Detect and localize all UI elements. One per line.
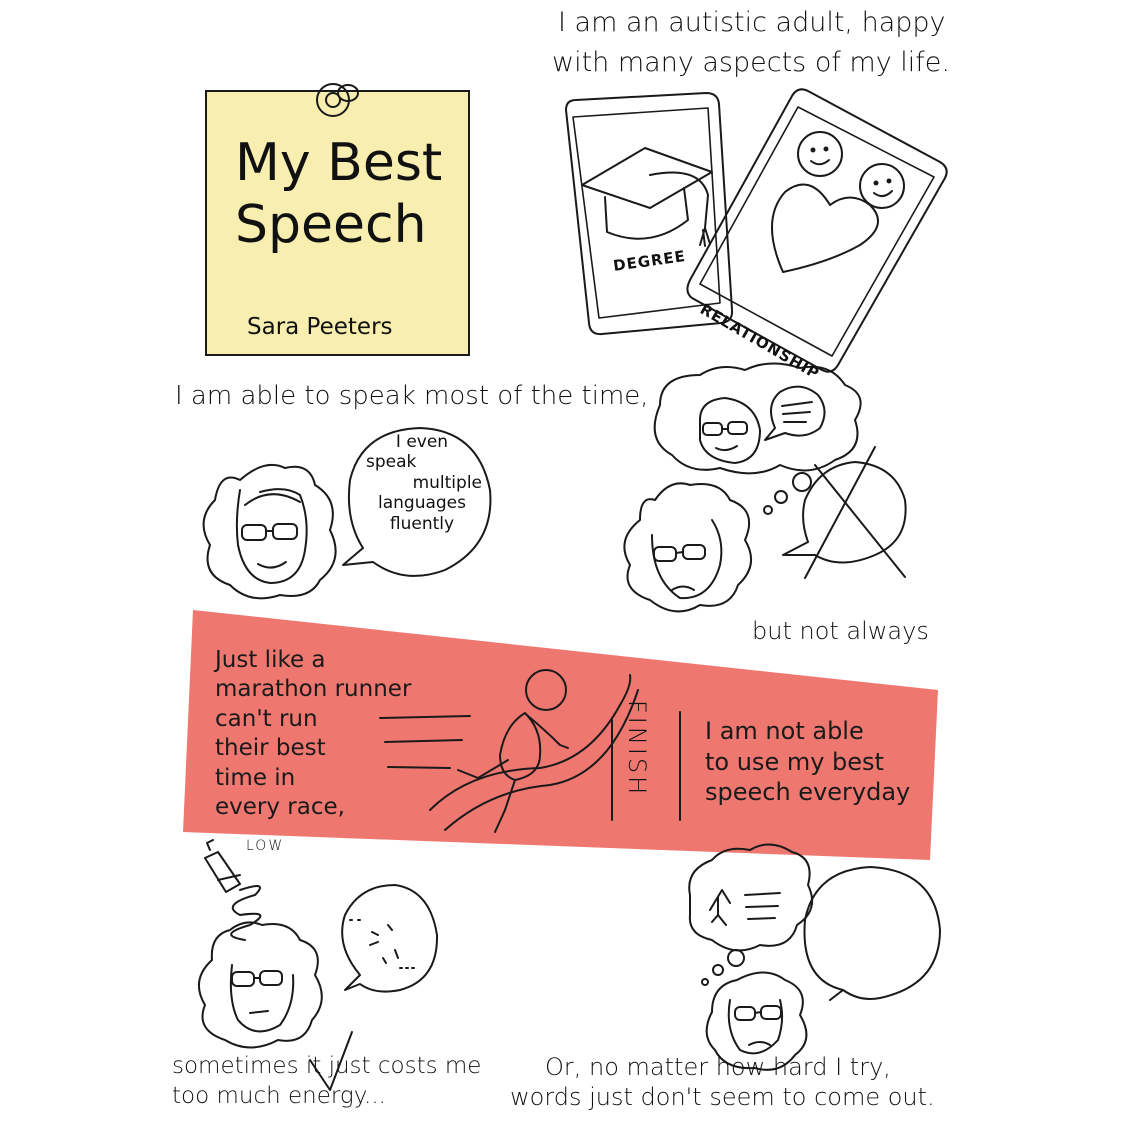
thinking-person-icon bbox=[699, 397, 761, 464]
band-left-text: Just like a marathon runner can't run th… bbox=[215, 647, 412, 821]
thought-bubble-icon bbox=[653, 362, 862, 515]
band-right-text: I am not able to use my best speech ever… bbox=[705, 717, 911, 807]
crossed-speech-bubble-icon bbox=[782, 446, 907, 579]
illustrations bbox=[197, 83, 948, 1091]
pushpin-icon bbox=[316, 83, 359, 117]
spring-icon bbox=[230, 885, 262, 941]
speak-caption: I am able to speak most of the time, bbox=[175, 381, 649, 411]
sad-person-icon bbox=[623, 482, 753, 613]
smiling-person-icon bbox=[202, 464, 337, 600]
bottom-left-line-1: sometimes it just costs me bbox=[172, 1053, 482, 1079]
bottom-left-line-2: too much energy... bbox=[172, 1083, 386, 1109]
bottom-right-line-2: words just don't seem to come out. bbox=[510, 1083, 935, 1111]
intro-line-1: I am an autistic adult, happy bbox=[558, 7, 946, 38]
finish-label: FINISH bbox=[623, 700, 651, 798]
degree-card-icon bbox=[565, 92, 734, 336]
bottom-right-line-1: Or, no matter how hard I try, bbox=[545, 1053, 891, 1081]
chat-bubble-icon bbox=[764, 385, 826, 441]
intro-line-2: with many aspects of my life. bbox=[552, 47, 950, 78]
track-lines-icon bbox=[429, 674, 639, 831]
bubble-text: I even speak multiple languages fluently bbox=[366, 432, 482, 534]
battery-low-label: LOW bbox=[246, 838, 285, 854]
battery-low-icon bbox=[204, 839, 241, 893]
blank-thought-bubble-icon bbox=[688, 843, 814, 986]
not-always-caption: but not always bbox=[752, 617, 929, 645]
energy-bubble-icon bbox=[341, 884, 439, 993]
empty-speech-bubble-icon bbox=[803, 866, 941, 1001]
